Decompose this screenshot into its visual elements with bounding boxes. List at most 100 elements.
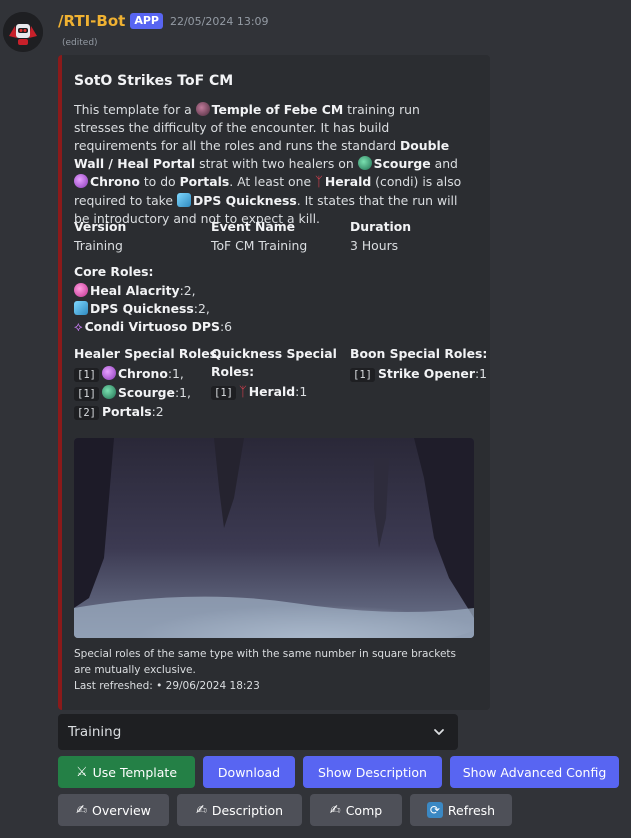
writing-hand-icon: ✍ xyxy=(195,802,207,818)
desc-bold-quickness: DPS Quickness xyxy=(192,193,297,208)
message-header: /RTI-Bot APP 22/05/2024 13:09 xyxy=(58,10,269,32)
role-count: :1 xyxy=(295,384,308,399)
role-code: [2] xyxy=(74,406,99,420)
chrono-icon xyxy=(101,366,116,380)
desc-bold-scourge: Scourge xyxy=(373,156,431,171)
role-count: :1, xyxy=(174,385,191,400)
role-label: Portals xyxy=(101,404,152,419)
message-timestamp: 22/05/2024 13:09 xyxy=(169,14,269,28)
field-name-line: Roles: xyxy=(211,364,255,379)
role-label: Chrono xyxy=(117,366,168,381)
role-count: :1 xyxy=(474,366,488,381)
field-version-name: Version xyxy=(74,219,127,234)
comp-button[interactable]: ✍ Comp xyxy=(310,794,402,826)
healer-special-item: [1] Scourge:1, xyxy=(74,384,191,403)
field-name-line: Quickness Special xyxy=(211,346,337,361)
download-button[interactable]: Download xyxy=(203,756,295,788)
core-role-count: :6 xyxy=(219,319,232,334)
embed-description: This template for a Temple of Febe CM tr… xyxy=(74,101,474,228)
desc-text: strat with two healers on xyxy=(195,156,358,171)
field-quickness-special-value: [1] ᛉ Herald:1 xyxy=(211,383,307,402)
show-description-button[interactable]: Show Description xyxy=(303,756,442,788)
scourge-icon xyxy=(357,156,372,170)
field-healer-special-name: Healer Special Roles: xyxy=(74,346,222,361)
desc-bold-tof: Temple of Febe CM xyxy=(211,102,344,117)
core-role-label: Condi Virtuoso DPS xyxy=(84,319,220,334)
description-button[interactable]: ✍ Description xyxy=(177,794,302,826)
edited-label: (edited) xyxy=(62,38,98,48)
cave-artwork xyxy=(74,438,474,638)
role-count: :1, xyxy=(167,366,184,381)
desc-text: . At least one xyxy=(229,174,316,189)
scourge-icon xyxy=(101,385,116,399)
footer-note: Special roles of the same type with the … xyxy=(74,648,457,676)
field-healer-special-value: [1] Chrono:1, [1] Scourge:1, [2] Portals:2 xyxy=(74,365,191,422)
button-label: Overview xyxy=(92,802,151,818)
select-value: Training xyxy=(68,724,122,740)
role-code: [1] xyxy=(350,368,375,382)
role-code: [1] xyxy=(211,386,236,400)
field-version-value: Training xyxy=(74,238,123,253)
button-label: Comp xyxy=(345,802,383,818)
refresh-icon: ⟳ xyxy=(426,802,443,818)
field-boon-special-name: Boon Special Roles: xyxy=(350,346,488,361)
desc-text: to do xyxy=(139,174,180,189)
crossed-swords-icon: ⚔ xyxy=(75,764,88,780)
boon-special-item: [1] Strike Opener:1 xyxy=(350,365,487,384)
field-duration-value: 3 Hours xyxy=(350,238,399,253)
quickness-special-item: [1] ᛉ Herald:1 xyxy=(211,383,307,402)
template-select[interactable]: Training xyxy=(58,714,458,750)
role-count: :2 xyxy=(151,404,164,419)
button-label: Use Template xyxy=(92,764,178,780)
role-label: Herald xyxy=(248,384,296,399)
button-label: Show Description xyxy=(318,764,427,780)
healer-special-item: [2] Portals:2 xyxy=(74,403,191,422)
footer-refreshed: Last refreshed: • 29/06/2024 18:23 xyxy=(74,680,260,692)
field-event-name-name: Event Name xyxy=(211,219,296,234)
quickness-icon xyxy=(74,301,88,315)
chevron-down-icon xyxy=(434,729,444,735)
core-role-label: Heal Alacrity xyxy=(90,283,180,298)
writing-hand-icon: ✍ xyxy=(76,802,88,818)
embed-image[interactable] xyxy=(74,438,474,638)
field-quickness-special-name: Quickness Special Roles: xyxy=(211,345,337,381)
field-duration-name: Duration xyxy=(350,219,412,234)
desc-bold-herald: Herald xyxy=(324,174,372,189)
use-template-button[interactable]: ⚔ Use Template xyxy=(58,756,195,788)
role-code: [1] xyxy=(74,387,99,401)
embed-footer: Special roles of the same type with the … xyxy=(74,646,474,694)
herald-icon: ᛉ xyxy=(315,175,323,190)
embed-title: SotO Strikes ToF CM xyxy=(74,73,234,89)
desc-text: and xyxy=(430,156,458,171)
field-core-roles-value: Heal Alacrity:2, DPS Quickness:2, ⟡ Condi… xyxy=(74,282,232,337)
core-role-item: ⟡ Condi Virtuoso DPS:6 xyxy=(74,318,232,337)
button-label: Show Advanced Config xyxy=(462,764,607,780)
desc-bold-portals: Portals xyxy=(179,174,230,189)
button-label: Description xyxy=(211,802,284,818)
core-role-count: :2, xyxy=(193,301,210,316)
refresh-button[interactable]: ⟳ Refresh xyxy=(410,794,512,826)
writing-hand-icon: ✍ xyxy=(329,802,341,818)
core-role-count: :2, xyxy=(179,283,196,298)
robot-avatar-icon xyxy=(3,12,43,52)
show-advanced-config-button[interactable]: Show Advanced Config xyxy=(450,756,619,788)
herald-icon: ᛉ xyxy=(238,385,247,400)
virtuoso-icon: ⟡ xyxy=(74,320,83,335)
desc-text: This template for a xyxy=(74,102,196,117)
button-label: Download xyxy=(217,764,281,780)
chrono-icon xyxy=(74,174,88,188)
desc-bold-chrono: Chrono xyxy=(90,174,140,189)
role-code: [1] xyxy=(74,368,99,382)
button-label: Refresh xyxy=(447,802,496,818)
core-role-label: DPS Quickness xyxy=(90,301,194,316)
embed-card: SotO Strikes ToF CM This template for a … xyxy=(58,55,490,710)
field-core-roles-name: Core Roles: xyxy=(74,264,154,279)
field-boon-special-value: [1] Strike Opener:1 xyxy=(350,365,487,384)
bot-avatar[interactable] xyxy=(3,12,43,52)
bot-name[interactable]: /RTI-Bot xyxy=(58,12,125,30)
healer-special-item: [1] Chrono:1, xyxy=(74,365,191,384)
field-event-name-value: ToF CM Training xyxy=(211,238,308,253)
role-label: Strike Opener xyxy=(377,366,475,381)
temple-of-febe-icon xyxy=(195,102,210,116)
overview-button[interactable]: ✍ Overview xyxy=(58,794,169,826)
